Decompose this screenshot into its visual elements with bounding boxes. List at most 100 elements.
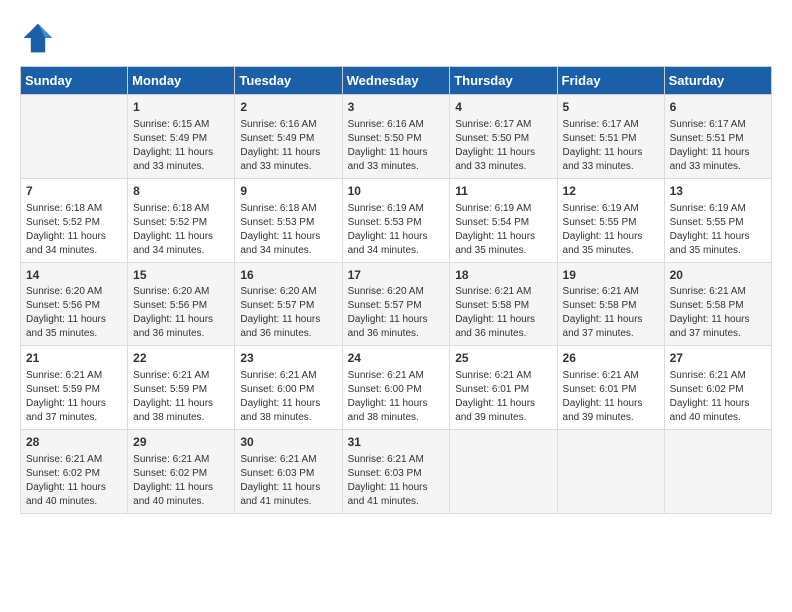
calendar-cell: 30 Sunrise: 6:21 AM Sunset: 6:03 PM Dayli… [235,430,342,514]
day-info: Sunrise: 6:21 AM Sunset: 6:01 PM Dayligh… [563,369,659,425]
calendar-cell: 23 Sunrise: 6:21 AM Sunset: 6:00 PM Dayli… [235,346,342,430]
calendar-cell: 10 Sunrise: 6:19 AM Sunset: 5:53 PM Dayli… [342,178,450,262]
calendar-week-1: 1 Sunrise: 6:15 AM Sunset: 5:49 PM Daylig… [21,95,772,179]
day-info: Sunrise: 6:15 AM Sunset: 5:49 PM Dayligh… [133,118,229,174]
day-info: Sunrise: 6:21 AM Sunset: 6:00 PM Dayligh… [240,369,336,425]
day-number: 27 [670,350,766,367]
day-info: Sunrise: 6:20 AM Sunset: 5:56 PM Dayligh… [133,285,229,341]
calendar-cell: 21Sunrise: 6:21 AM Sunset: 5:59 PM Dayli… [21,346,128,430]
day-number: 30 [240,434,336,451]
day-info: Sunrise: 6:19 AM Sunset: 5:55 PM Dayligh… [670,202,766,258]
day-info: Sunrise: 6:20 AM Sunset: 5:57 PM Dayligh… [348,285,445,341]
header-cell-monday: Monday [128,67,235,95]
day-info: Sunrise: 6:21 AM Sunset: 6:02 PM Dayligh… [670,369,766,425]
day-info: Sunrise: 6:17 AM Sunset: 5:51 PM Dayligh… [670,118,766,174]
day-number: 15 [133,267,229,284]
calendar-cell [664,430,771,514]
day-number: 20 [670,267,766,284]
calendar-week-4: 21Sunrise: 6:21 AM Sunset: 5:59 PM Dayli… [21,346,772,430]
calendar-cell: 19Sunrise: 6:21 AM Sunset: 5:58 PM Dayli… [557,262,664,346]
calendar-cell: 9 Sunrise: 6:18 AM Sunset: 5:53 PM Daylig… [235,178,342,262]
day-info: Sunrise: 6:17 AM Sunset: 5:51 PM Dayligh… [563,118,659,174]
calendar-week-5: 28 Sunrise: 6:21 AM Sunset: 6:02 PM Dayli… [21,430,772,514]
calendar-cell: 11 Sunrise: 6:19 AM Sunset: 5:54 PM Dayli… [450,178,557,262]
calendar-cell [450,430,557,514]
header-cell-wednesday: Wednesday [342,67,450,95]
day-info: Sunrise: 6:21 AM Sunset: 5:59 PM Dayligh… [133,369,229,425]
calendar-cell: 14Sunrise: 6:20 AM Sunset: 5:56 PM Dayli… [21,262,128,346]
day-number: 16 [240,267,336,284]
day-number: 19 [563,267,659,284]
calendar-cell: 15Sunrise: 6:20 AM Sunset: 5:56 PM Dayli… [128,262,235,346]
day-info: Sunrise: 6:21 AM Sunset: 6:00 PM Dayligh… [348,369,445,425]
calendar-cell: 6Sunrise: 6:17 AM Sunset: 5:51 PM Daylig… [664,95,771,179]
day-number: 18 [455,267,551,284]
day-number: 31 [348,434,445,451]
day-number: 4 [455,99,551,116]
calendar-cell: 4 Sunrise: 6:17 AM Sunset: 5:50 PM Daylig… [450,95,557,179]
logo-icon [20,20,56,56]
calendar-cell: 20Sunrise: 6:21 AM Sunset: 5:58 PM Dayli… [664,262,771,346]
header-cell-friday: Friday [557,67,664,95]
day-number: 11 [455,183,551,200]
day-info: Sunrise: 6:21 AM Sunset: 5:58 PM Dayligh… [455,285,551,341]
day-number: 5 [563,99,659,116]
calendar-cell [557,430,664,514]
day-info: Sunrise: 6:18 AM Sunset: 5:52 PM Dayligh… [26,202,122,258]
day-info: Sunrise: 6:19 AM Sunset: 5:53 PM Dayligh… [348,202,445,258]
day-number: 17 [348,267,445,284]
calendar-cell: 2 Sunrise: 6:16 AM Sunset: 5:49 PM Daylig… [235,95,342,179]
logo [20,20,62,56]
calendar-cell: 1 Sunrise: 6:15 AM Sunset: 5:49 PM Daylig… [128,95,235,179]
calendar-cell: 8 Sunrise: 6:18 AM Sunset: 5:52 PM Daylig… [128,178,235,262]
day-info: Sunrise: 6:21 AM Sunset: 6:03 PM Dayligh… [240,453,336,509]
header-row: SundayMondayTuesdayWednesdayThursdayFrid… [21,67,772,95]
day-number: 3 [348,99,445,116]
day-info: Sunrise: 6:18 AM Sunset: 5:53 PM Dayligh… [240,202,336,258]
day-info: Sunrise: 6:21 AM Sunset: 6:03 PM Dayligh… [348,453,445,509]
day-number: 29 [133,434,229,451]
calendar-cell: 5 Sunrise: 6:17 AM Sunset: 5:51 PM Daylig… [557,95,664,179]
day-info: Sunrise: 6:20 AM Sunset: 5:56 PM Dayligh… [26,285,122,341]
day-info: Sunrise: 6:21 AM Sunset: 5:58 PM Dayligh… [670,285,766,341]
calendar-cell: 16Sunrise: 6:20 AM Sunset: 5:57 PM Dayli… [235,262,342,346]
calendar-cell: 7Sunrise: 6:18 AM Sunset: 5:52 PM Daylig… [21,178,128,262]
day-number: 25 [455,350,551,367]
calendar-cell: 31 Sunrise: 6:21 AM Sunset: 6:03 PM Dayli… [342,430,450,514]
day-info: Sunrise: 6:18 AM Sunset: 5:52 PM Dayligh… [133,202,229,258]
header-cell-thursday: Thursday [450,67,557,95]
calendar-cell: 13Sunrise: 6:19 AM Sunset: 5:55 PM Dayli… [664,178,771,262]
day-info: Sunrise: 6:19 AM Sunset: 5:54 PM Dayligh… [455,202,551,258]
day-info: Sunrise: 6:16 AM Sunset: 5:50 PM Dayligh… [348,118,445,174]
day-info: Sunrise: 6:21 AM Sunset: 6:01 PM Dayligh… [455,369,551,425]
header-cell-sunday: Sunday [21,67,128,95]
calendar-week-2: 7Sunrise: 6:18 AM Sunset: 5:52 PM Daylig… [21,178,772,262]
day-info: Sunrise: 6:17 AM Sunset: 5:50 PM Dayligh… [455,118,551,174]
day-number: 23 [240,350,336,367]
day-info: Sunrise: 6:16 AM Sunset: 5:49 PM Dayligh… [240,118,336,174]
calendar-cell: 12 Sunrise: 6:19 AM Sunset: 5:55 PM Dayli… [557,178,664,262]
calendar-body: 1 Sunrise: 6:15 AM Sunset: 5:49 PM Daylig… [21,95,772,514]
day-number: 10 [348,183,445,200]
header-cell-saturday: Saturday [664,67,771,95]
day-info: Sunrise: 6:19 AM Sunset: 5:55 PM Dayligh… [563,202,659,258]
page-header [20,20,772,56]
header-cell-tuesday: Tuesday [235,67,342,95]
calendar-cell: 17Sunrise: 6:20 AM Sunset: 5:57 PM Dayli… [342,262,450,346]
calendar-cell: 25 Sunrise: 6:21 AM Sunset: 6:01 PM Dayli… [450,346,557,430]
day-info: Sunrise: 6:21 AM Sunset: 5:59 PM Dayligh… [26,369,122,425]
day-number: 14 [26,267,122,284]
day-number: 8 [133,183,229,200]
calendar-cell: 24 Sunrise: 6:21 AM Sunset: 6:00 PM Dayli… [342,346,450,430]
calendar-cell: 18Sunrise: 6:21 AM Sunset: 5:58 PM Dayli… [450,262,557,346]
day-number: 1 [133,99,229,116]
day-number: 9 [240,183,336,200]
calendar-header: SundayMondayTuesdayWednesdayThursdayFrid… [21,67,772,95]
day-number: 28 [26,434,122,451]
day-number: 26 [563,350,659,367]
day-number: 12 [563,183,659,200]
day-info: Sunrise: 6:21 AM Sunset: 6:02 PM Dayligh… [133,453,229,509]
calendar-week-3: 14Sunrise: 6:20 AM Sunset: 5:56 PM Dayli… [21,262,772,346]
day-number: 2 [240,99,336,116]
day-number: 24 [348,350,445,367]
